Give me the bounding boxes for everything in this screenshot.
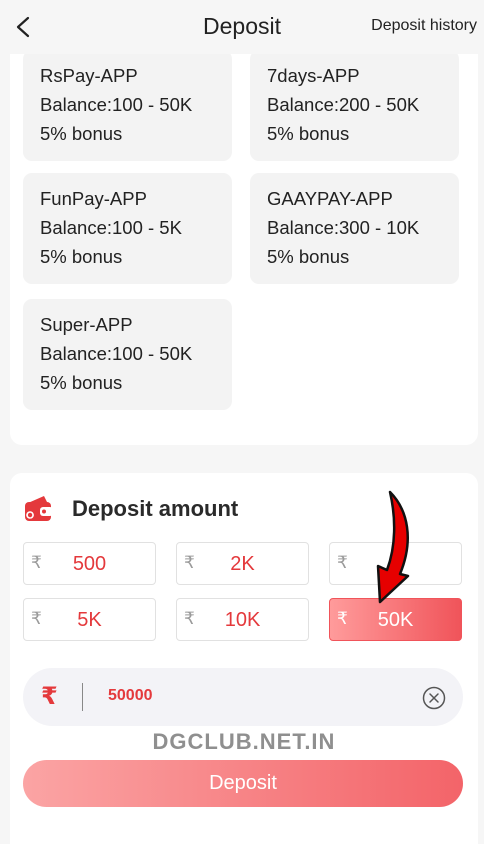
deposit-history-link[interactable]: Deposit history (371, 17, 477, 35)
channel-name: Super-APP (40, 314, 133, 335)
clear-icon[interactable] (422, 686, 446, 710)
payment-channels-card: RsPay-APP Balance:100 - 50K 5% bonus 7da… (10, 40, 478, 445)
channel-bonus: 5% bonus (40, 246, 123, 267)
deposit-amount-title: Deposit amount (72, 496, 239, 521)
channel-bonus: 5% bonus (40, 372, 123, 393)
amount-preset-label: 2K (230, 553, 255, 575)
deposit-amount-heading: Deposit amount (24, 493, 238, 525)
channel-name: GAAYPAY-APP (267, 188, 393, 209)
channel-card-funpay[interactable]: FunPay-APP Balance:100 - 5K 5% bonus (23, 173, 232, 284)
wallet-icon (25, 496, 53, 521)
rupee-icon: ₹ (337, 553, 348, 572)
channel-card-super[interactable]: Super-APP Balance:100 - 50K 5% bonus (23, 299, 232, 410)
deposit-submit-button[interactable]: Deposit (23, 760, 463, 807)
channel-name: 7days-APP (267, 65, 360, 86)
amount-preset-label: 5K (77, 609, 102, 631)
channel-name: RsPay-APP (40, 65, 138, 86)
rupee-icon: ₹ (41, 683, 58, 710)
header-bar: Deposit Deposit history (0, 0, 484, 54)
input-divider (82, 683, 83, 711)
amount-preset-500[interactable]: ₹ 500 (23, 542, 156, 585)
watermark-text: DGCLUB.NET.IN (152, 729, 336, 754)
channel-card-7days[interactable]: 7days-APP Balance:200 - 50K 5% bonus (250, 50, 459, 161)
channel-balance: Balance:100 - 5K (40, 217, 182, 238)
channel-card-gaaypay[interactable]: GAAYPAY-APP Balance:300 - 10K 5% bonus (250, 173, 459, 284)
amount-preset-label: 10K (224, 609, 261, 631)
channel-card-rspay[interactable]: RsPay-APP Balance:100 - 50K 5% bonus (23, 50, 232, 161)
pointer-arrow-icon (376, 490, 410, 604)
channel-name: FunPay-APP (40, 188, 147, 209)
amount-preset-label: 50K (377, 609, 414, 631)
channel-bonus: 5% bonus (40, 123, 123, 144)
channel-bonus: 5% bonus (267, 123, 350, 144)
amount-input-field: ₹ (23, 668, 463, 726)
amount-input[interactable] (108, 681, 408, 711)
channel-balance: Balance:200 - 50K (267, 94, 420, 115)
channel-bonus: 5% bonus (267, 246, 350, 267)
channel-balance: Balance:300 - 10K (267, 217, 420, 238)
amount-preset-5k[interactable]: ₹ 5K (23, 598, 156, 641)
channel-balance: Balance:100 - 50K (40, 343, 193, 364)
channel-balance: Balance:100 - 50K (40, 94, 193, 115)
amount-preset-label: 500 (72, 553, 107, 575)
amount-preset-2k[interactable]: ₹ 2K (176, 542, 309, 585)
amount-preset-10k[interactable]: ₹ 10K (176, 598, 309, 641)
